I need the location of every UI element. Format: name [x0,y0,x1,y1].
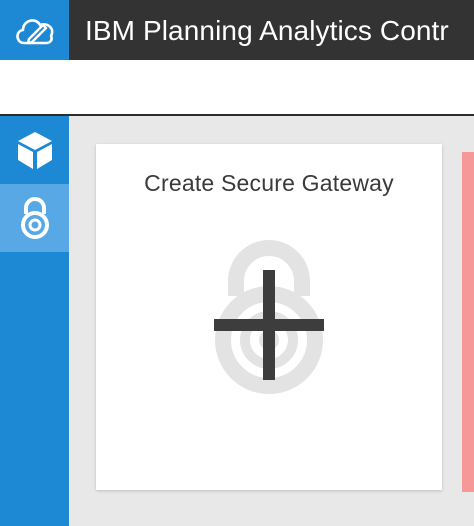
card-title: Create Secure Gateway [144,170,394,196]
sidebar-item-secure-gateway[interactable] [0,184,69,252]
main-content: Create Secure Gateway [69,116,474,526]
lock-icon [20,197,49,239]
app-title: IBM Planning Analytics Contr [85,15,449,46]
lock-add-icon [214,240,324,394]
create-secure-gateway-card[interactable]: Create Secure Gateway [96,144,442,490]
adjacent-card-edge[interactable] [462,152,474,492]
top-bar: IBM Planning Analytics Contr [0,0,474,60]
sidebar-item-resources[interactable] [0,116,69,184]
app-logo[interactable] [0,0,69,60]
cube-icon [17,132,52,169]
toolbar-area [0,60,474,116]
sidebar [0,116,69,526]
cloud-edit-icon [15,19,53,45]
